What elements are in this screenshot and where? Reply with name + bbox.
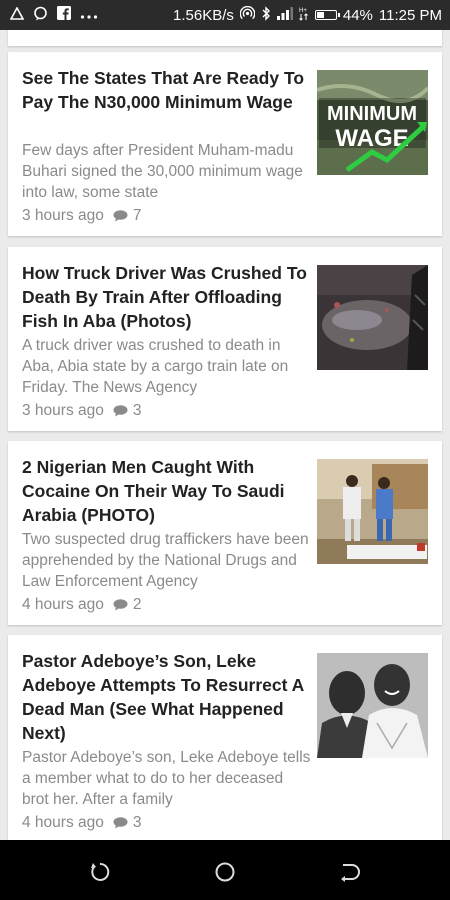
messenger-icon	[33, 6, 48, 25]
comment-count: 7	[132, 207, 142, 224]
article-excerpt: Few days after President Muham-madu Buha…	[22, 142, 303, 201]
article-thumbnail[interactable]	[317, 653, 428, 758]
article-time: 4 hours ago	[22, 814, 104, 831]
previous-article-card[interactable]	[8, 30, 442, 46]
home-icon	[215, 862, 235, 882]
article-meta: 4 hours ago 2	[22, 596, 142, 614]
navigation-bar	[0, 840, 450, 900]
status-bar: 1.56KB/s H+ 44% 11:25 PM	[0, 0, 450, 30]
article-excerpt: A truck driver was crushed to death in A…	[22, 337, 289, 396]
hotspot-icon	[239, 5, 256, 25]
data-icon: H+	[299, 6, 309, 25]
warning-icon	[9, 5, 25, 24]
facebook-icon	[57, 6, 71, 24]
network-speed: 1.56KB/s	[173, 6, 234, 24]
article-thumbnail[interactable]	[317, 265, 428, 370]
bluetooth-icon	[261, 5, 271, 25]
article-time: 3 hours ago	[22, 402, 104, 419]
battery-icon	[314, 10, 340, 20]
recent-apps-icon	[91, 862, 110, 881]
home-button[interactable]	[213, 860, 237, 884]
article-card[interactable]: Pastor Adeboye’s Son, Leke Adeboye Attem…	[8, 635, 442, 840]
svg-text:MINIMUM: MINIMUM	[327, 103, 417, 125]
comment-icon	[113, 817, 128, 829]
clock: 11:25 PM	[378, 6, 442, 24]
battery-percent: 44%	[342, 6, 373, 24]
back-icon	[341, 864, 360, 882]
article-meta: 3 hours ago 3	[22, 402, 142, 420]
article-meta: 3 hours ago 7	[22, 207, 142, 225]
svg-text:H+: H+	[299, 8, 307, 14]
article-excerpt: Two suspected drug traffickers have been…	[22, 531, 309, 590]
comment-count: 3	[132, 402, 142, 419]
article-time: 3 hours ago	[22, 207, 104, 224]
article-title[interactable]: See The States That Are Ready To Pay The…	[22, 66, 312, 114]
comment-count: 3	[132, 814, 142, 831]
article-card[interactable]: How Truck Driver Was Crushed To Death By…	[8, 247, 442, 431]
back-button[interactable]	[338, 860, 362, 884]
more-icon	[80, 7, 98, 24]
article-card[interactable]: See The States That Are Ready To Pay The…	[8, 52, 442, 236]
article-thumbnail[interactable]	[317, 459, 428, 564]
comment-count: 2	[132, 596, 142, 613]
news-feed[interactable]: See The States That Are Ready To Pay The…	[0, 30, 450, 840]
recent-apps-button[interactable]	[88, 860, 112, 884]
article-title[interactable]: 2 Nigerian Men Caught With Cocaine On Th…	[22, 455, 312, 527]
article-thumbnail[interactable]: MINIMUM WAGE	[317, 70, 428, 175]
signal-icon	[276, 6, 293, 24]
comment-icon	[113, 405, 128, 417]
comment-icon	[113, 599, 128, 611]
article-time: 4 hours ago	[22, 596, 104, 613]
article-card[interactable]: 2 Nigerian Men Caught With Cocaine On Th…	[8, 441, 442, 625]
article-title[interactable]: How Truck Driver Was Crushed To Death By…	[22, 261, 312, 333]
article-meta: 4 hours ago 3	[22, 814, 142, 832]
comment-icon	[113, 210, 128, 222]
article-title[interactable]: Pastor Adeboye’s Son, Leke Adeboye Attem…	[22, 649, 312, 745]
article-excerpt: Pastor Adeboye’s son, Leke Adeboye tells…	[22, 749, 311, 808]
